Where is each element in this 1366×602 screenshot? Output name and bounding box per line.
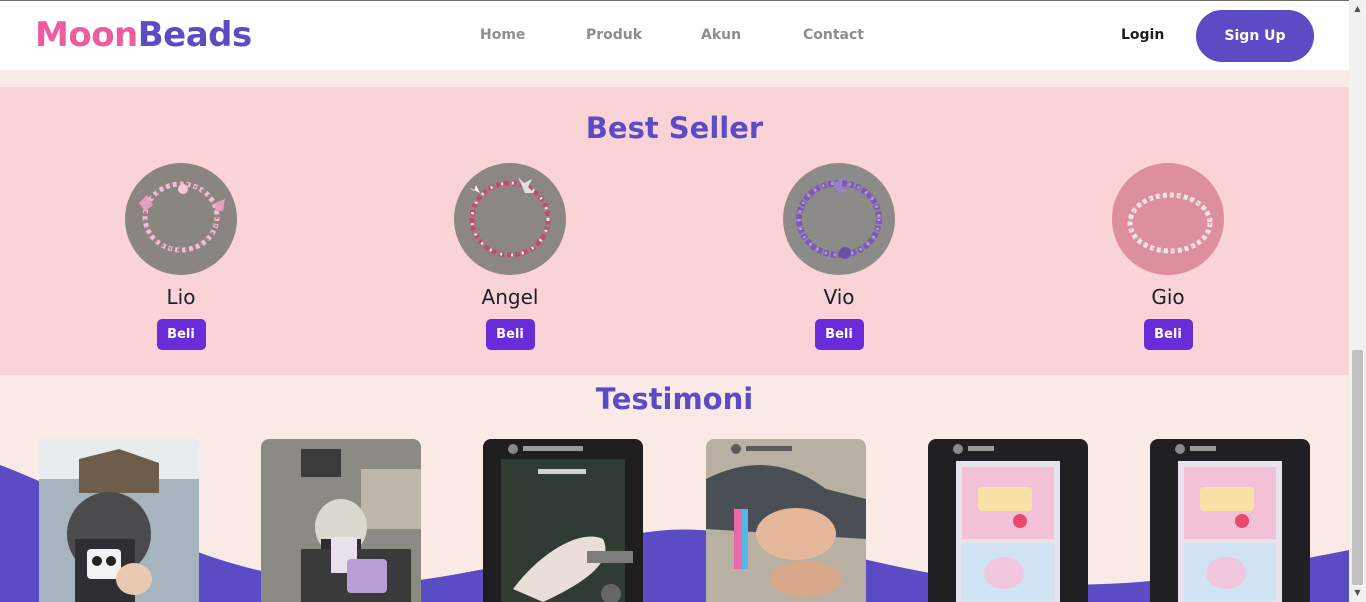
- brand-logo-moon: Moon: [35, 15, 138, 55]
- beli-button-lio[interactable]: Beli: [156, 319, 206, 350]
- product-image-angel[interactable]: [454, 163, 566, 275]
- product-image-vio[interactable]: [783, 163, 895, 275]
- product-image-lio[interactable]: [125, 163, 237, 275]
- decorative-wave: [0, 465, 1349, 602]
- nav-akun-link[interactable]: Akun: [701, 27, 741, 43]
- login-link[interactable]: Login: [1121, 27, 1164, 43]
- product-card-angel: Angel Beli: [430, 163, 590, 350]
- product-name-vio: Vio: [823, 285, 855, 309]
- page-scrollbar[interactable]: ▲ ▼: [1349, 0, 1366, 602]
- brand-logo-beads: Beads: [137, 15, 253, 55]
- testimoni-photo-5[interactable]: [928, 439, 1088, 602]
- beli-button-gio[interactable]: Beli: [1143, 319, 1193, 350]
- nav-contact-link[interactable]: Contact: [803, 27, 864, 43]
- testimoni-photo-2[interactable]: [261, 439, 421, 602]
- beli-button-vio[interactable]: Beli: [814, 319, 864, 350]
- product-name-gio: Gio: [1151, 285, 1185, 309]
- best-seller-title: Best Seller: [585, 111, 764, 145]
- testimoni-title: Testimoni: [595, 382, 754, 416]
- scroll-thumb[interactable]: [1352, 350, 1363, 585]
- best-seller-section: Best Seller Lio Beli Angel Beli Vio Beli…: [0, 87, 1349, 375]
- brand-logo[interactable]: MoonBeads: [35, 15, 252, 55]
- scroll-up-arrow-icon[interactable]: ▲: [1349, 2, 1366, 16]
- site-header: MoonBeads Home Produk Akun Contact Login…: [0, 1, 1349, 70]
- testimoni-photo-3[interactable]: [483, 439, 643, 602]
- product-card-gio: Gio Beli: [1088, 163, 1248, 350]
- product-card-lio: Lio Beli: [101, 163, 261, 350]
- nav-home-link[interactable]: Home: [480, 27, 525, 43]
- scroll-down-arrow-icon[interactable]: ▼: [1349, 586, 1366, 600]
- nav-produk-link[interactable]: Produk: [586, 27, 642, 43]
- testimoni-photo-1[interactable]: [39, 439, 199, 602]
- testimoni-photo-4[interactable]: [706, 439, 866, 602]
- product-card-vio: Vio Beli: [759, 163, 919, 350]
- beli-button-angel[interactable]: Beli: [485, 319, 535, 350]
- product-name-angel: Angel: [481, 285, 539, 309]
- product-image-gio[interactable]: [1112, 163, 1224, 275]
- signup-button[interactable]: Sign Up: [1196, 10, 1314, 62]
- product-name-lio: Lio: [166, 285, 196, 309]
- testimoni-photo-6[interactable]: [1150, 439, 1310, 602]
